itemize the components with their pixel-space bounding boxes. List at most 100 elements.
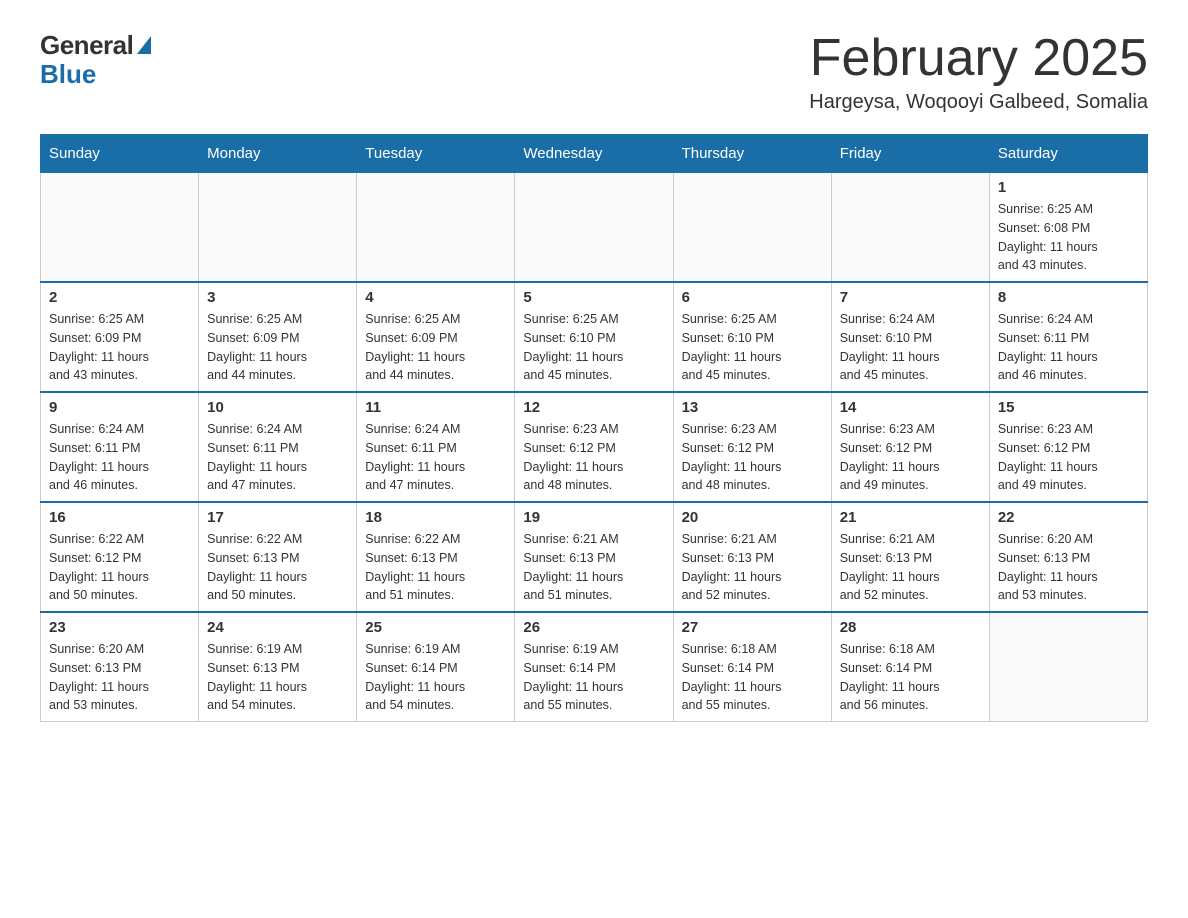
calendar-cell-w3-d4: 12 Sunrise: 6:23 AM Sunset: 6:12 PM Dayli… <box>515 392 673 502</box>
day-number: 14 <box>840 399 981 416</box>
calendar-cell-w1-d2 <box>199 173 357 283</box>
day-number: 3 <box>207 289 348 306</box>
day-info: Sunrise: 6:25 AM Sunset: 6:10 PM Dayligh… <box>523 310 664 385</box>
calendar-cell-w4-d4: 19 Sunrise: 6:21 AM Sunset: 6:13 PM Dayli… <box>515 502 673 612</box>
day-info: Sunrise: 6:24 AM Sunset: 6:11 PM Dayligh… <box>998 310 1139 385</box>
day-info: Sunrise: 6:24 AM Sunset: 6:11 PM Dayligh… <box>365 420 506 495</box>
day-number: 6 <box>682 289 823 306</box>
day-info: Sunrise: 6:21 AM Sunset: 6:13 PM Dayligh… <box>682 530 823 605</box>
day-number: 19 <box>523 509 664 526</box>
page-header: General Blue February 2025 Hargeysa, Woq… <box>40 30 1148 114</box>
day-number: 9 <box>49 399 190 416</box>
calendar-cell-w2-d4: 5 Sunrise: 6:25 AM Sunset: 6:10 PM Daylig… <box>515 282 673 392</box>
day-number: 24 <box>207 619 348 636</box>
day-info: Sunrise: 6:23 AM Sunset: 6:12 PM Dayligh… <box>682 420 823 495</box>
calendar-cell-w5-d3: 25Sunrise: 6:19 AM Sunset: 6:14 PM Dayli… <box>357 612 515 722</box>
calendar-cell-w4-d6: 21 Sunrise: 6:21 AM Sunset: 6:13 PM Dayli… <box>831 502 989 612</box>
calendar-cell-w4-d5: 20 Sunrise: 6:21 AM Sunset: 6:13 PM Dayli… <box>673 502 831 612</box>
day-number: 1 <box>998 179 1139 196</box>
calendar-cell-w3-d1: 9 Sunrise: 6:24 AM Sunset: 6:11 PM Daylig… <box>41 392 199 502</box>
day-info: Sunrise: 6:21 AM Sunset: 6:13 PM Dayligh… <box>840 530 981 605</box>
day-number: 5 <box>523 289 664 306</box>
day-info: Sunrise: 6:22 AM Sunset: 6:13 PM Dayligh… <box>365 530 506 605</box>
calendar-cell-w5-d7 <box>989 612 1147 722</box>
day-number: 18 <box>365 509 506 526</box>
calendar-cell-w2-d3: 4 Sunrise: 6:25 AM Sunset: 6:09 PM Daylig… <box>357 282 515 392</box>
calendar-week-4: 16 Sunrise: 6:22 AM Sunset: 6:12 PM Dayli… <box>41 502 1148 612</box>
day-info: Sunrise: 6:18 AM Sunset: 6:14 PM Dayligh… <box>840 640 981 715</box>
day-number: 15 <box>998 399 1139 416</box>
day-number: 11 <box>365 399 506 416</box>
calendar-cell-w1-d3 <box>357 173 515 283</box>
col-header-monday: Monday <box>199 135 357 173</box>
day-info: Sunrise: 6:20 AM Sunset: 6:13 PM Dayligh… <box>49 640 190 715</box>
day-number: 17 <box>207 509 348 526</box>
calendar-header-row: Sunday Monday Tuesday Wednesday Thursday… <box>41 135 1148 173</box>
day-info: Sunrise: 6:23 AM Sunset: 6:12 PM Dayligh… <box>840 420 981 495</box>
col-header-saturday: Saturday <box>989 135 1147 173</box>
location-subtitle: Hargeysa, Woqooyi Galbeed, Somalia <box>809 91 1148 114</box>
col-header-friday: Friday <box>831 135 989 173</box>
calendar-cell-w5-d6: 28 Sunrise: 6:18 AM Sunset: 6:14 PM Dayli… <box>831 612 989 722</box>
day-number: 2 <box>49 289 190 306</box>
day-number: 16 <box>49 509 190 526</box>
day-number: 23 <box>49 619 190 636</box>
day-info: Sunrise: 6:24 AM Sunset: 6:11 PM Dayligh… <box>49 420 190 495</box>
day-number: 26 <box>523 619 664 636</box>
day-number: 8 <box>998 289 1139 306</box>
day-info: Sunrise: 6:23 AM Sunset: 6:12 PM Dayligh… <box>523 420 664 495</box>
calendar-cell-w2-d5: 6 Sunrise: 6:25 AM Sunset: 6:10 PM Daylig… <box>673 282 831 392</box>
calendar-cell-w1-d1 <box>41 173 199 283</box>
title-block: February 2025 Hargeysa, Woqooyi Galbeed,… <box>809 30 1148 114</box>
calendar-cell-w1-d7: 1 Sunrise: 6:25 AM Sunset: 6:08 PM Daylig… <box>989 173 1147 283</box>
col-header-tuesday: Tuesday <box>357 135 515 173</box>
calendar-week-5: 23 Sunrise: 6:20 AM Sunset: 6:13 PM Dayli… <box>41 612 1148 722</box>
day-info: Sunrise: 6:25 AM Sunset: 6:10 PM Dayligh… <box>682 310 823 385</box>
calendar-cell-w4-d1: 16 Sunrise: 6:22 AM Sunset: 6:12 PM Dayli… <box>41 502 199 612</box>
day-number: 12 <box>523 399 664 416</box>
day-number: 27 <box>682 619 823 636</box>
calendar-cell-w1-d6 <box>831 173 989 283</box>
calendar-cell-w4-d7: 22 Sunrise: 6:20 AM Sunset: 6:13 PM Dayli… <box>989 502 1147 612</box>
day-info: Sunrise: 6:22 AM Sunset: 6:12 PM Dayligh… <box>49 530 190 605</box>
col-header-sunday: Sunday <box>41 135 199 173</box>
day-info: Sunrise: 6:21 AM Sunset: 6:13 PM Dayligh… <box>523 530 664 605</box>
calendar-cell-w1-d5 <box>673 173 831 283</box>
calendar-cell-w2-d6: 7Sunrise: 6:24 AM Sunset: 6:10 PM Daylig… <box>831 282 989 392</box>
day-number: 25 <box>365 619 506 636</box>
col-header-wednesday: Wednesday <box>515 135 673 173</box>
day-number: 13 <box>682 399 823 416</box>
calendar-cell-w2-d2: 3 Sunrise: 6:25 AM Sunset: 6:09 PM Daylig… <box>199 282 357 392</box>
day-number: 21 <box>840 509 981 526</box>
day-info: Sunrise: 6:19 AM Sunset: 6:13 PM Dayligh… <box>207 640 348 715</box>
calendar-cell-w5-d5: 27 Sunrise: 6:18 AM Sunset: 6:14 PM Dayli… <box>673 612 831 722</box>
calendar-cell-w1-d4 <box>515 173 673 283</box>
day-info: Sunrise: 6:25 AM Sunset: 6:09 PM Dayligh… <box>365 310 506 385</box>
calendar-cell-w2-d7: 8 Sunrise: 6:24 AM Sunset: 6:11 PM Daylig… <box>989 282 1147 392</box>
calendar-week-2: 2 Sunrise: 6:25 AM Sunset: 6:09 PM Daylig… <box>41 282 1148 392</box>
day-info: Sunrise: 6:24 AM Sunset: 6:10 PM Dayligh… <box>840 310 981 385</box>
calendar-cell-w5-d2: 24 Sunrise: 6:19 AM Sunset: 6:13 PM Dayli… <box>199 612 357 722</box>
calendar-cell-w4-d2: 17 Sunrise: 6:22 AM Sunset: 6:13 PM Dayli… <box>199 502 357 612</box>
calendar-cell-w3-d5: 13 Sunrise: 6:23 AM Sunset: 6:12 PM Dayli… <box>673 392 831 502</box>
month-title: February 2025 <box>809 30 1148 87</box>
calendar-week-3: 9 Sunrise: 6:24 AM Sunset: 6:11 PM Daylig… <box>41 392 1148 502</box>
day-info: Sunrise: 6:23 AM Sunset: 6:12 PM Dayligh… <box>998 420 1139 495</box>
calendar-cell-w3-d2: 10Sunrise: 6:24 AM Sunset: 6:11 PM Dayli… <box>199 392 357 502</box>
day-info: Sunrise: 6:20 AM Sunset: 6:13 PM Dayligh… <box>998 530 1139 605</box>
day-number: 20 <box>682 509 823 526</box>
calendar-table: Sunday Monday Tuesday Wednesday Thursday… <box>40 134 1148 722</box>
day-number: 28 <box>840 619 981 636</box>
day-number: 22 <box>998 509 1139 526</box>
logo-general-text: General <box>40 30 133 61</box>
day-info: Sunrise: 6:25 AM Sunset: 6:08 PM Dayligh… <box>998 200 1139 275</box>
calendar-cell-w3-d6: 14 Sunrise: 6:23 AM Sunset: 6:12 PM Dayli… <box>831 392 989 502</box>
day-number: 4 <box>365 289 506 306</box>
calendar-cell-w4-d3: 18 Sunrise: 6:22 AM Sunset: 6:13 PM Dayli… <box>357 502 515 612</box>
day-info: Sunrise: 6:25 AM Sunset: 6:09 PM Dayligh… <box>207 310 348 385</box>
day-info: Sunrise: 6:22 AM Sunset: 6:13 PM Dayligh… <box>207 530 348 605</box>
day-info: Sunrise: 6:19 AM Sunset: 6:14 PM Dayligh… <box>523 640 664 715</box>
calendar-cell-w2-d1: 2Sunrise: 6:25 AM Sunset: 6:09 PM Daylig… <box>41 282 199 392</box>
day-info: Sunrise: 6:18 AM Sunset: 6:14 PM Dayligh… <box>682 640 823 715</box>
calendar-week-1: 1 Sunrise: 6:25 AM Sunset: 6:08 PM Daylig… <box>41 173 1148 283</box>
